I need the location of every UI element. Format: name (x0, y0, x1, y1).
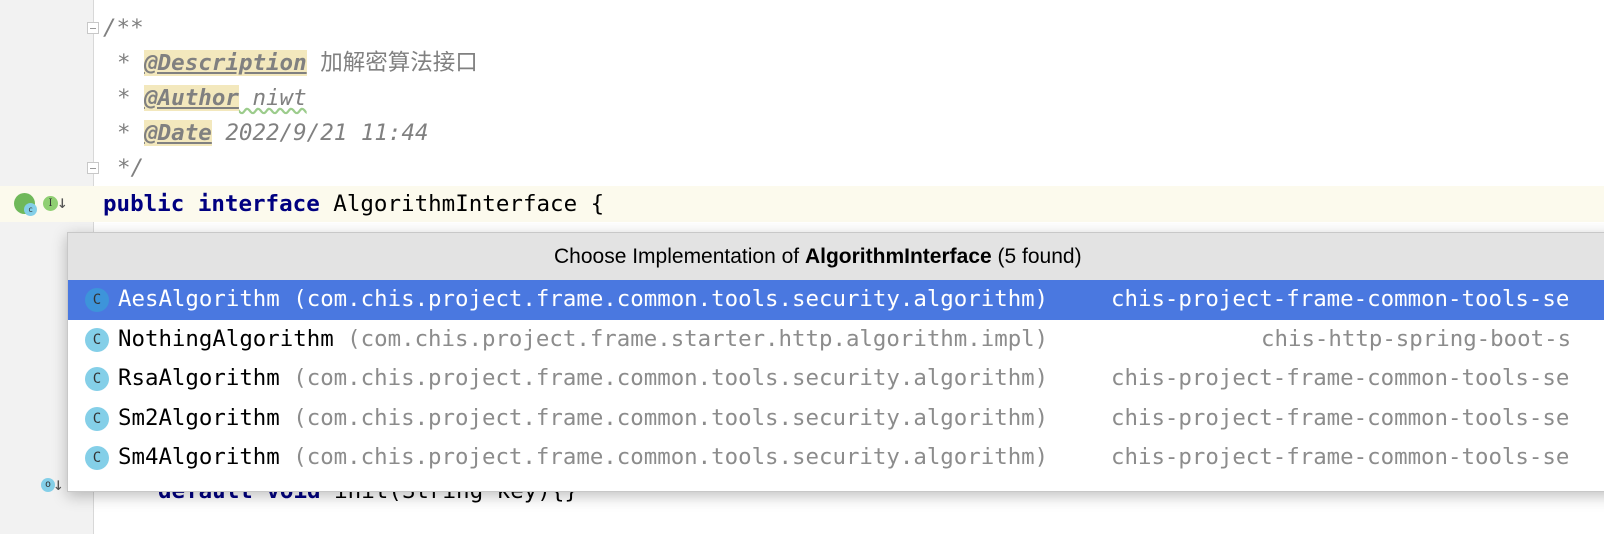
interface-icon[interactable]: I (43, 196, 58, 211)
class-name: RsaAlgorithm (118, 365, 280, 391)
class-icon: C (85, 406, 109, 431)
comment-text: niwt (238, 85, 307, 111)
class-name: Sm2Algorithm (118, 404, 280, 431)
package-name: (com.chis.project.frame.common.tools.sec… (279, 444, 1049, 470)
fold-collapse-icon[interactable] (87, 162, 99, 174)
implemented-icon[interactable]: c (14, 193, 37, 216)
popup-title: Choose Implementation of AlgorithmInterf… (68, 233, 1604, 280)
code-line[interactable]: * @Author niwt (117, 81, 307, 116)
comment-star: * (117, 50, 145, 76)
class-icon: C (85, 327, 109, 352)
title-interface-name: AlgorithmInterface (804, 245, 992, 268)
arrow-down-icon: ↓ (53, 474, 64, 495)
code-line[interactable]: * @Description 加解密算法接口 (117, 46, 478, 81)
keyword: public (103, 191, 185, 217)
class-name: NothingAlgorithm (118, 325, 334, 352)
title-count: (5 found) (991, 245, 1082, 268)
code-line[interactable]: /** (103, 11, 144, 46)
arrow-down-icon: ↓ (57, 192, 68, 213)
implementation-item[interactable]: C Sm2Algorithm (com.chis.project.frame.c… (68, 399, 1604, 439)
fold-collapse-icon[interactable] (87, 22, 99, 34)
class-icon: C (85, 446, 109, 470)
package-name: (com.chis.project.frame.common.tools.sec… (279, 404, 1049, 431)
title-prefix: Choose Implementation of (554, 245, 805, 268)
package-name: (com.chis.project.frame.common.tools.sec… (279, 286, 1049, 312)
implementation-item[interactable]: C AesAlgorithm (com.chis.project.frame.c… (68, 280, 1604, 320)
implementation-item[interactable]: C Sm4Algorithm (com.chis.project.frame.c… (68, 438, 1604, 478)
module-name: chis-project-frame-common-tools-se (1111, 444, 1570, 470)
module-name: chis-http-spring-boot-s (1261, 325, 1572, 352)
module-name: chis-project-frame-common-tools-se (1111, 404, 1570, 431)
javadoc-tag: @Description (144, 50, 307, 76)
code-line[interactable]: * @Date 2022/9/21 11:44 (117, 116, 429, 151)
code-line[interactable]: public interface AlgorithmInterface { (103, 187, 604, 222)
class-icon: C (85, 367, 109, 391)
interface-name: AlgorithmInterface { (319, 191, 605, 217)
choose-implementation-popup: Choose Implementation of AlgorithmInterf… (67, 232, 1604, 492)
package-name: (com.chis.project.frame.starter.http.alg… (333, 325, 1049, 352)
javadoc-tag: @Date (144, 120, 212, 146)
comment-star: * (117, 120, 145, 146)
comment-text: /** (103, 15, 144, 41)
package-name: (com.chis.project.frame.common.tools.sec… (279, 365, 1049, 391)
class-name: Sm4Algorithm (118, 444, 280, 470)
comment-star: * (117, 85, 145, 111)
module-name: chis-project-frame-common-tools-se (1111, 286, 1570, 312)
module-name: chis-project-frame-common-tools-se (1111, 365, 1570, 391)
implementation-item[interactable]: C RsaAlgorithm (com.chis.project.frame.c… (68, 359, 1604, 399)
javadoc-tag: @Author (144, 85, 239, 111)
comment-text: 2022/9/21 11:44 (211, 120, 429, 146)
class-name: AesAlgorithm (118, 286, 280, 312)
code-line[interactable]: */ (117, 151, 144, 186)
implementation-item[interactable]: C NothingAlgorithm (com.chis.project.fra… (68, 320, 1604, 360)
comment-text: */ (117, 155, 145, 181)
comment-text: 加解密算法接口 (306, 50, 478, 76)
keyword: interface (197, 191, 320, 217)
class-icon: C (85, 288, 109, 312)
